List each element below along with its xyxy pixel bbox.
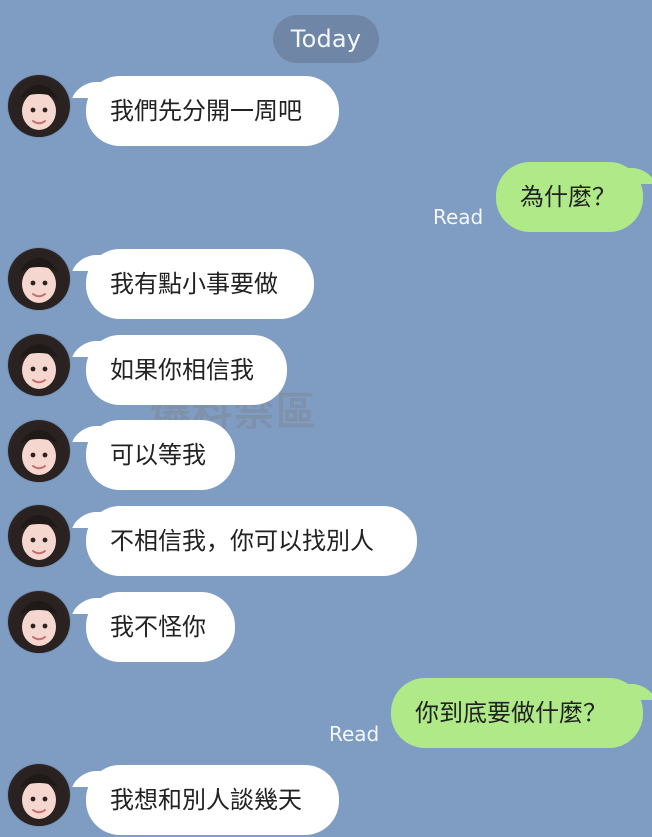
message-bubble-incoming[interactable]: 我不怪你 xyxy=(86,592,235,662)
date-separator: Today xyxy=(273,15,379,63)
message-bubble-incoming[interactable]: 不相信我，你可以找別人 xyxy=(86,506,417,576)
avatar-icon[interactable] xyxy=(8,334,70,396)
avatar-icon[interactable] xyxy=(8,591,70,653)
message-bubble-incoming[interactable]: 如果你相信我 xyxy=(86,335,287,405)
message-bubble-incoming[interactable]: 我想和別人談幾天 xyxy=(86,765,339,835)
avatar-icon[interactable] xyxy=(8,764,70,826)
chat-screen: Today 爆料禁區 我們先分開一周吧 Read 為什麼？ 我有點小事要做 如果… xyxy=(0,0,652,837)
message-bubble-outgoing[interactable]: 你到底要做什麼？ xyxy=(391,678,643,748)
avatar-icon[interactable] xyxy=(8,248,70,310)
message-bubble-incoming[interactable]: 可以等我 xyxy=(86,420,235,490)
message-bubble-incoming[interactable]: 我們先分開一周吧 xyxy=(86,76,339,146)
avatar-icon[interactable] xyxy=(8,505,70,567)
avatar-icon[interactable] xyxy=(8,420,70,482)
read-receipt: Read xyxy=(329,722,380,746)
message-bubble-incoming[interactable]: 我有點小事要做 xyxy=(86,249,314,319)
message-bubble-outgoing[interactable]: 為什麼？ xyxy=(496,162,643,232)
avatar-icon[interactable] xyxy=(8,75,70,137)
read-receipt: Read xyxy=(433,205,484,229)
